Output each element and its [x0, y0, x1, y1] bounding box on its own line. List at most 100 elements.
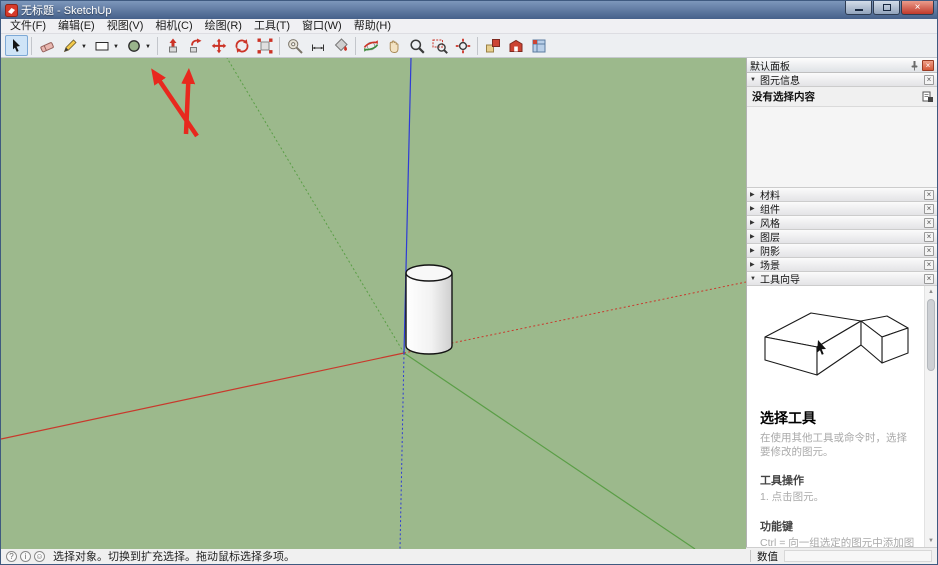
menu-file[interactable]: 文件(F) — [4, 19, 52, 34]
section-close-button[interactable]: × — [924, 232, 934, 242]
status-sign-in-icon[interactable]: ☺ — [34, 551, 45, 562]
circle-icon — [126, 38, 142, 54]
make-component-icon — [485, 38, 501, 54]
zoom-icon — [409, 38, 425, 54]
menu-tools[interactable]: 工具(T) — [248, 19, 296, 34]
panel-title-bar[interactable]: 默认面板 × — [747, 58, 937, 73]
instructor-operation-item: 1. 点击图元。 — [760, 490, 916, 504]
section-close-button[interactable]: × — [924, 274, 934, 284]
instructor-modifier-title: 功能键 — [760, 518, 916, 534]
entity-details-icon[interactable] — [922, 91, 933, 102]
pin-icon[interactable] — [909, 60, 920, 71]
annotation-arrow-1 — [159, 80, 197, 136]
dimension-icon — [310, 38, 326, 54]
zoom-extents-tool-button[interactable] — [451, 35, 474, 56]
eraser-tool-button[interactable] — [35, 35, 58, 56]
tape-measure-tool-button[interactable] — [283, 35, 306, 56]
main-area: 默认面板 × ▼ 图元信息 × 没有选择内容 — [1, 58, 937, 547]
make-component-tool-button[interactable] — [481, 35, 504, 56]
panel-section-entity-info[interactable]: ▼ 图元信息 × — [747, 73, 937, 87]
panel-close-button[interactable]: × — [922, 60, 934, 71]
panel-section-styles[interactable]: ▶风格× — [747, 216, 937, 230]
dimension-tool-button[interactable] — [306, 35, 329, 56]
menu-edit[interactable]: 编辑(E) — [52, 19, 101, 34]
panel-section-materials[interactable]: ▶材料× — [747, 188, 937, 202]
paint-bucket-tool-button[interactable] — [329, 35, 352, 56]
section-close-button[interactable]: × — [924, 190, 934, 200]
toolbar-separator — [279, 37, 280, 55]
menu-window[interactable]: 窗口(W) — [296, 19, 348, 34]
3d-warehouse-tool-button[interactable] — [504, 35, 527, 56]
rotate-tool-button[interactable] — [230, 35, 253, 56]
minimize-button[interactable] — [845, 1, 872, 15]
expand-arrow-icon: ▶ — [750, 205, 760, 212]
axis-green-dotted — [227, 58, 404, 353]
axis-green-solid — [404, 353, 695, 549]
status-credits-icon[interactable]: i — [20, 551, 31, 562]
panel-section-instructor[interactable]: ▼ 工具向导 × — [747, 272, 937, 286]
shapes-icon — [94, 38, 110, 54]
toolbar: ▼ ▼ ▼ — [1, 34, 937, 58]
toolbar-separator — [31, 37, 32, 55]
move-icon — [211, 38, 227, 54]
maximize-button[interactable] — [873, 1, 900, 15]
panel-collapsed-sections: ▶材料×▶组件×▶风格×▶图层×▶阴影×▶场景× — [747, 188, 937, 272]
status-icons: ?i☺ — [6, 551, 48, 562]
tape-measure-icon — [287, 38, 303, 54]
annotation-arrow-2 — [186, 82, 188, 134]
instructor-operations: 1. 点击图元。 — [760, 490, 916, 504]
viewport-canvas — [1, 58, 746, 549]
viewport-3d[interactable] — [1, 58, 746, 549]
window-controls: × — [845, 1, 934, 15]
shapes-tool-button[interactable] — [90, 35, 113, 56]
collapse-arrow-icon: ▼ — [750, 276, 760, 282]
section-close-button[interactable]: × — [924, 204, 934, 214]
zoom-tool-button[interactable] — [405, 35, 428, 56]
annotation-arrows — [159, 80, 197, 136]
panel-section-components[interactable]: ▶组件× — [747, 202, 937, 216]
close-button[interactable]: × — [901, 1, 934, 15]
toolbar-separator — [477, 37, 478, 55]
line-tool-button[interactable] — [58, 35, 81, 56]
panel-section-shadows[interactable]: ▶阴影× — [747, 244, 937, 258]
measurements-input[interactable] — [784, 550, 932, 562]
select-tool-button[interactable] — [5, 35, 28, 56]
menu-bar: 文件(F)编辑(E)视图(V)相机(C)绘图(R)工具(T)窗口(W)帮助(H) — [1, 19, 937, 34]
instructor-description: 在使用其他工具或命令时，选择要修改的图元。 — [760, 431, 916, 459]
instructor-scrollbar[interactable]: ▲ ▼ — [924, 286, 937, 547]
shapes-flyout-arrow-icon[interactable]: ▼ — [113, 42, 122, 50]
orbit-tool-button[interactable] — [359, 35, 382, 56]
instructor-modifier-item: Ctrl = 向一组选定的图元中添加图元 — [760, 536, 916, 547]
model-info-tool-button[interactable] — [527, 35, 550, 56]
menu-draw[interactable]: 绘图(R) — [199, 19, 248, 34]
instructor-operations-title: 工具操作 — [760, 472, 916, 488]
cylinder-model[interactable] — [406, 265, 452, 354]
circle-flyout-arrow-icon[interactable]: ▼ — [145, 42, 154, 50]
menu-view[interactable]: 视图(V) — [101, 19, 150, 34]
scroll-up-icon[interactable]: ▲ — [925, 286, 937, 298]
pan-tool-button[interactable] — [382, 35, 405, 56]
status-geolocation-icon[interactable]: ? — [6, 551, 17, 562]
push-pull-tool-button[interactable] — [161, 35, 184, 56]
line-icon — [62, 38, 78, 54]
move-tool-button[interactable] — [207, 35, 230, 56]
menu-camera[interactable]: 相机(C) — [149, 19, 198, 34]
panel-title-label: 默认面板 — [750, 58, 909, 73]
follow-me-tool-button[interactable] — [184, 35, 207, 56]
window-title: 无标题 - SketchUp — [21, 2, 111, 18]
circle-tool-button[interactable] — [122, 35, 145, 56]
section-close-button[interactable]: × — [924, 260, 934, 270]
panel-section-scenes[interactable]: ▶场景× — [747, 258, 937, 272]
menu-help[interactable]: 帮助(H) — [348, 19, 397, 34]
scale-tool-button[interactable] — [253, 35, 276, 56]
panel-section-layers[interactable]: ▶图层× — [747, 230, 937, 244]
instructor-label: 工具向导 — [760, 271, 924, 286]
scrollbar-thumb[interactable] — [927, 299, 935, 371]
section-close-button[interactable]: × — [924, 218, 934, 228]
orbit-icon — [363, 38, 379, 54]
scroll-down-icon[interactable]: ▼ — [925, 535, 937, 547]
section-close-button[interactable]: × — [924, 75, 934, 85]
zoom-window-tool-button[interactable] — [428, 35, 451, 56]
line-flyout-arrow-icon[interactable]: ▼ — [81, 42, 90, 50]
section-close-button[interactable]: × — [924, 246, 934, 256]
